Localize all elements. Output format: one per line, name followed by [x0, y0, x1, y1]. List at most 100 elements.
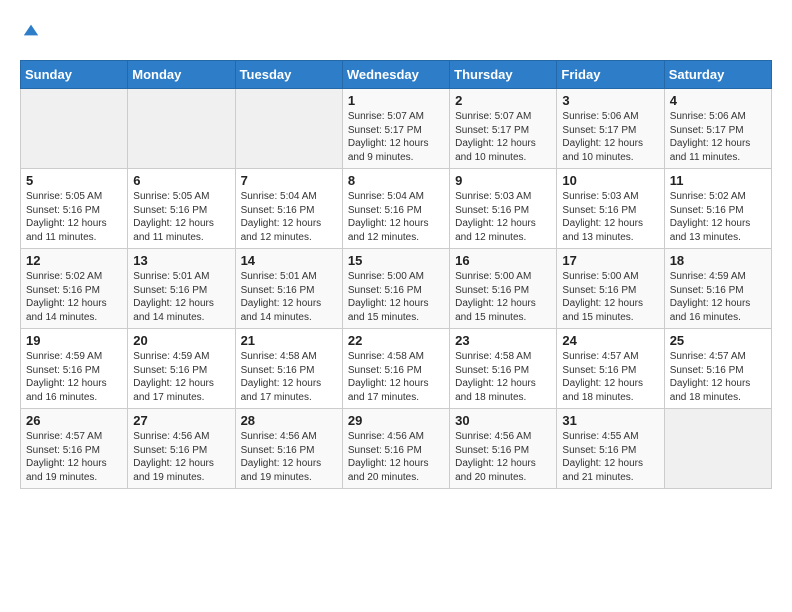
day-number: 29: [348, 413, 444, 428]
calendar-week-5: 26Sunrise: 4:57 AM Sunset: 5:16 PM Dayli…: [21, 409, 772, 489]
calendar-cell: 29 Sunrise: 4:56 AM Sunset: 5:16 PM Dayli…: [342, 409, 449, 489]
day-number: 10: [562, 173, 658, 188]
calendar-cell: [235, 89, 342, 169]
day-number: 15: [348, 253, 444, 268]
calendar-cell: 15 Sunrise: 5:00 AM Sunset: 5:16 PM Dayli…: [342, 249, 449, 329]
day-info: Sunrise: 4:55 AM Sunset: 5:16 PM Dayligh…: [562, 430, 658, 484]
day-info: Sunrise: 4:56 AM Sunset: 5:16 PM Dayligh…: [348, 430, 444, 484]
calendar-cell: 14Sunrise: 5:01 AM Sunset: 5:16 PM Dayli…: [235, 249, 342, 329]
day-header-wednesday: Wednesday: [342, 61, 449, 89]
day-header-saturday: Saturday: [664, 61, 771, 89]
day-number: 30: [455, 413, 551, 428]
day-info: Sunrise: 4:57 AM Sunset: 5:16 PM Dayligh…: [562, 350, 658, 404]
calendar-cell: 12 Sunrise: 5:02 AM Sunset: 5:16 PM Dayli…: [21, 249, 128, 329]
day-info: Sunrise: 4:58 AM Sunset: 5:16 PM Dayligh…: [241, 350, 337, 404]
day-info: Sunrise: 5:04 AM Sunset: 5:16 PM Dayligh…: [348, 190, 444, 244]
day-number: 20: [133, 333, 229, 348]
day-info: Sunrise: 4:59 AM Sunset: 5:16 PM Dayligh…: [133, 350, 229, 404]
day-number: 3: [562, 93, 658, 108]
day-header-sunday: Sunday: [21, 61, 128, 89]
day-info: Sunrise: 5:02 AM Sunset: 5:16 PM Dayligh…: [26, 270, 122, 324]
calendar-week-3: 12 Sunrise: 5:02 AM Sunset: 5:16 PM Dayli…: [21, 249, 772, 329]
day-header-thursday: Thursday: [450, 61, 557, 89]
day-number: 2: [455, 93, 551, 108]
day-number: 8: [348, 173, 444, 188]
day-header-monday: Monday: [128, 61, 235, 89]
logo-icon: [22, 21, 40, 39]
day-number: 12: [26, 253, 122, 268]
calendar-cell: 22 Sunrise: 4:58 AM Sunset: 5:16 PM Dayli…: [342, 329, 449, 409]
day-info: Sunrise: 4:58 AM Sunset: 5:16 PM Dayligh…: [348, 350, 444, 404]
day-info: Sunrise: 4:56 AM Sunset: 5:16 PM Dayligh…: [133, 430, 229, 484]
calendar-table: SundayMondayTuesdayWednesdayThursdayFrid…: [20, 60, 772, 489]
day-number: 25: [670, 333, 766, 348]
day-info: Sunrise: 4:56 AM Sunset: 5:16 PM Dayligh…: [241, 430, 337, 484]
day-number: 16: [455, 253, 551, 268]
calendar-cell: 25 Sunrise: 4:57 AM Sunset: 5:16 PM Dayli…: [664, 329, 771, 409]
calendar-cell: [21, 89, 128, 169]
day-info: Sunrise: 5:03 AM Sunset: 5:16 PM Dayligh…: [562, 190, 658, 244]
day-number: 4: [670, 93, 766, 108]
day-info: Sunrise: 5:05 AM Sunset: 5:16 PM Dayligh…: [26, 190, 122, 244]
day-number: 5: [26, 173, 122, 188]
day-number: 31: [562, 413, 658, 428]
day-info: Sunrise: 5:00 AM Sunset: 5:16 PM Dayligh…: [455, 270, 551, 324]
logo: [20, 20, 40, 44]
day-info: Sunrise: 5:06 AM Sunset: 5:17 PM Dayligh…: [562, 110, 658, 164]
day-number: 28: [241, 413, 337, 428]
calendar-cell: [664, 409, 771, 489]
day-number: 23: [455, 333, 551, 348]
day-number: 9: [455, 173, 551, 188]
day-info: Sunrise: 5:05 AM Sunset: 5:16 PM Dayligh…: [133, 190, 229, 244]
calendar-cell: 2 Sunrise: 5:07 AM Sunset: 5:17 PM Daylig…: [450, 89, 557, 169]
day-info: Sunrise: 4:57 AM Sunset: 5:16 PM Dayligh…: [26, 430, 122, 484]
day-number: 17: [562, 253, 658, 268]
day-number: 22: [348, 333, 444, 348]
calendar-week-4: 19 Sunrise: 4:59 AM Sunset: 5:16 PM Dayli…: [21, 329, 772, 409]
day-number: 13: [133, 253, 229, 268]
calendar-cell: 16 Sunrise: 5:00 AM Sunset: 5:16 PM Dayli…: [450, 249, 557, 329]
day-header-tuesday: Tuesday: [235, 61, 342, 89]
calendar-cell: 13 Sunrise: 5:01 AM Sunset: 5:16 PM Dayli…: [128, 249, 235, 329]
day-header-friday: Friday: [557, 61, 664, 89]
day-number: 6: [133, 173, 229, 188]
day-info: Sunrise: 4:56 AM Sunset: 5:16 PM Dayligh…: [455, 430, 551, 484]
calendar-cell: 31 Sunrise: 4:55 AM Sunset: 5:16 PM Dayli…: [557, 409, 664, 489]
day-info: Sunrise: 4:58 AM Sunset: 5:16 PM Dayligh…: [455, 350, 551, 404]
day-number: 24: [562, 333, 658, 348]
calendar-cell: 23 Sunrise: 4:58 AM Sunset: 5:16 PM Dayli…: [450, 329, 557, 409]
day-number: 27: [133, 413, 229, 428]
day-info: Sunrise: 5:01 AM Sunset: 5:16 PM Dayligh…: [241, 270, 337, 324]
day-number: 18: [670, 253, 766, 268]
day-info: Sunrise: 5:00 AM Sunset: 5:16 PM Dayligh…: [562, 270, 658, 324]
calendar-cell: 11Sunrise: 5:02 AM Sunset: 5:16 PM Dayli…: [664, 169, 771, 249]
calendar-cell: 28 Sunrise: 4:56 AM Sunset: 5:16 PM Dayli…: [235, 409, 342, 489]
calendar-week-2: 5 Sunrise: 5:05 AM Sunset: 5:16 PM Daylig…: [21, 169, 772, 249]
calendar-cell: 27 Sunrise: 4:56 AM Sunset: 5:16 PM Dayli…: [128, 409, 235, 489]
calendar-cell: 3 Sunrise: 5:06 AM Sunset: 5:17 PM Daylig…: [557, 89, 664, 169]
page-header: [20, 20, 772, 44]
calendar-cell: 8 Sunrise: 5:04 AM Sunset: 5:16 PM Daylig…: [342, 169, 449, 249]
calendar-cell: 24 Sunrise: 4:57 AM Sunset: 5:16 PM Dayli…: [557, 329, 664, 409]
calendar-cell: 5 Sunrise: 5:05 AM Sunset: 5:16 PM Daylig…: [21, 169, 128, 249]
day-info: Sunrise: 5:03 AM Sunset: 5:16 PM Dayligh…: [455, 190, 551, 244]
day-info: Sunrise: 4:57 AM Sunset: 5:16 PM Dayligh…: [670, 350, 766, 404]
day-info: Sunrise: 5:00 AM Sunset: 5:16 PM Dayligh…: [348, 270, 444, 324]
calendar-cell: 30 Sunrise: 4:56 AM Sunset: 5:16 PM Dayli…: [450, 409, 557, 489]
day-info: Sunrise: 5:07 AM Sunset: 5:17 PM Dayligh…: [455, 110, 551, 164]
day-info: Sunrise: 5:02 AM Sunset: 5:16 PM Dayligh…: [670, 190, 766, 244]
calendar-cell: 6 Sunrise: 5:05 AM Sunset: 5:16 PM Daylig…: [128, 169, 235, 249]
calendar-cell: 26Sunrise: 4:57 AM Sunset: 5:16 PM Dayli…: [21, 409, 128, 489]
day-info: Sunrise: 5:01 AM Sunset: 5:16 PM Dayligh…: [133, 270, 229, 324]
calendar-week-1: 1 Sunrise: 5:07 AM Sunset: 5:17 PM Daylig…: [21, 89, 772, 169]
calendar-cell: 10 Sunrise: 5:03 AM Sunset: 5:16 PM Dayli…: [557, 169, 664, 249]
day-info: Sunrise: 5:06 AM Sunset: 5:17 PM Dayligh…: [670, 110, 766, 164]
day-number: 19: [26, 333, 122, 348]
calendar-cell: [128, 89, 235, 169]
calendar-cell: 17 Sunrise: 5:00 AM Sunset: 5:16 PM Dayli…: [557, 249, 664, 329]
calendar-cell: 20 Sunrise: 4:59 AM Sunset: 5:16 PM Dayli…: [128, 329, 235, 409]
day-number: 1: [348, 93, 444, 108]
calendar-cell: 9 Sunrise: 5:03 AM Sunset: 5:16 PM Daylig…: [450, 169, 557, 249]
calendar-cell: 18Sunrise: 4:59 AM Sunset: 5:16 PM Dayli…: [664, 249, 771, 329]
day-info: Sunrise: 5:04 AM Sunset: 5:16 PM Dayligh…: [241, 190, 337, 244]
